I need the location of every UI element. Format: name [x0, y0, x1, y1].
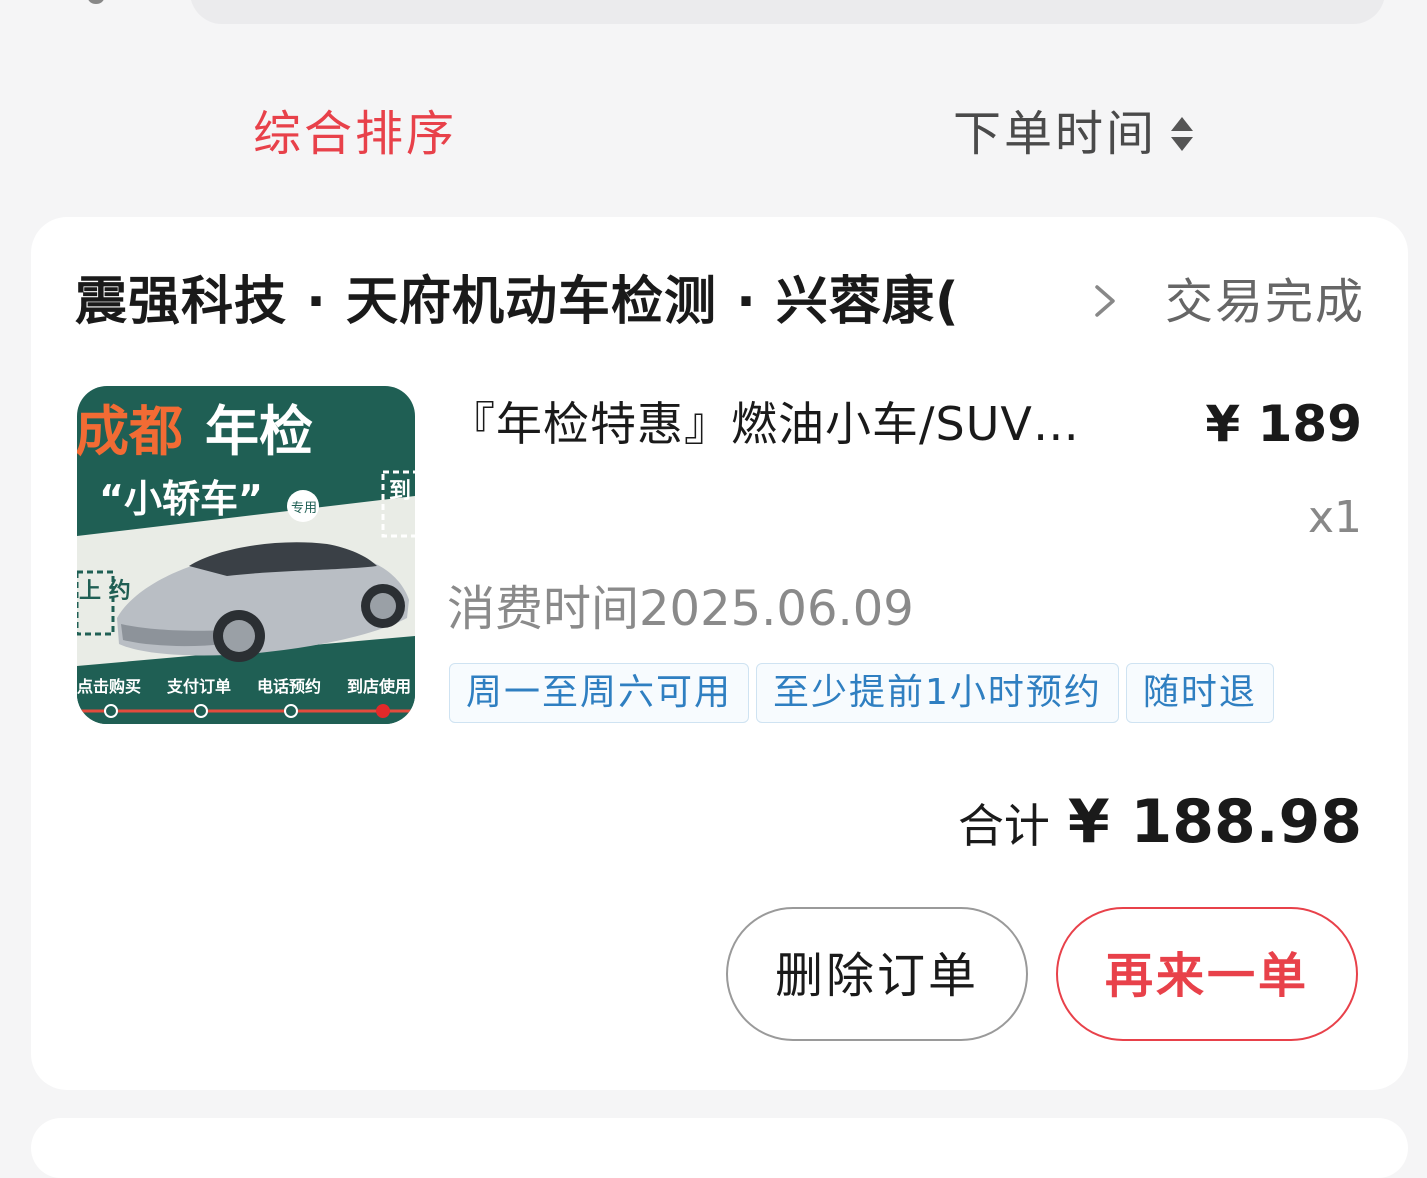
- shop-row[interactable]: 震强科技 · 天府机动车检测 · 兴蓉康( 交易完成: [75, 267, 1365, 337]
- delete-order-button[interactable]: 删除订单: [726, 907, 1028, 1041]
- chevron-right-icon[interactable]: [1085, 281, 1125, 321]
- total-amount: ¥ 188.98: [1067, 787, 1362, 857]
- thumb-subtitle-badge: 专用: [291, 501, 317, 516]
- sort-bar: 综合排序 下单时间: [0, 70, 1427, 200]
- product-image[interactable]: 成都 年检 “小轿车” 专用 到 即 上 约 点击购买 支付订单 电话预约 到店…: [77, 386, 415, 724]
- thumb-headline-a: 成都: [77, 400, 183, 463]
- tag-advance-booking: 至少提前1小时预约: [756, 663, 1119, 723]
- product-price: ¥ 189: [1205, 395, 1362, 453]
- sort-order-time-label: 下单时间: [953, 106, 1158, 162]
- top-corner-element: [88, 0, 104, 4]
- thumb-side-right: 到 即: [389, 479, 415, 504]
- consume-time: 消费时间2025.06.09: [447, 581, 914, 637]
- product-image-art: 成都 年检 “小轿车” 专用 到 即 上 约 点击购买 支付订单 电话预约 到店…: [77, 386, 415, 724]
- total-row: 合计 ¥ 188.98: [958, 787, 1362, 857]
- total-label: 合计: [957, 799, 1050, 853]
- next-order-card[interactable]: [31, 1118, 1408, 1178]
- thumb-step-4: 到店使用: [347, 677, 411, 696]
- thumb-subtitle: “小轿车”: [99, 477, 263, 521]
- thumb-step-3: 电话预约: [257, 677, 321, 696]
- thumb-headline-b: 年检: [205, 400, 313, 463]
- sort-order-time-tab[interactable]: 下单时间: [953, 98, 1194, 170]
- order-status: 交易完成: [1164, 274, 1365, 330]
- product-quantity: x1: [1307, 492, 1362, 543]
- search-bar[interactable]: [190, 0, 1385, 24]
- thumb-step-2: 支付订单: [166, 677, 231, 696]
- sort-comprehensive-tab[interactable]: 综合排序: [253, 98, 457, 170]
- tag-weekday-available: 周一至周六可用: [449, 663, 750, 723]
- sort-arrows-icon: [1171, 117, 1194, 151]
- tag-refund-anytime: 随时退: [1125, 663, 1274, 723]
- reorder-button[interactable]: 再来一单: [1056, 907, 1358, 1041]
- order-card[interactable]: 震强科技 · 天府机动车检测 · 兴蓉康( 交易完成 成都 年检 “小轿车” 专…: [31, 217, 1408, 1090]
- product-tags: 周一至周六可用 至少提前1小时预约 随时退: [449, 663, 1274, 723]
- thumb-side-left: 上 约: [79, 578, 131, 604]
- shop-name[interactable]: 震强科技 · 天府机动车检测 · 兴蓉康(: [75, 267, 1055, 337]
- product-title[interactable]: 『年检特惠』燃油小车/SUV…: [449, 389, 1149, 459]
- thumb-step-1: 点击购买: [77, 677, 141, 696]
